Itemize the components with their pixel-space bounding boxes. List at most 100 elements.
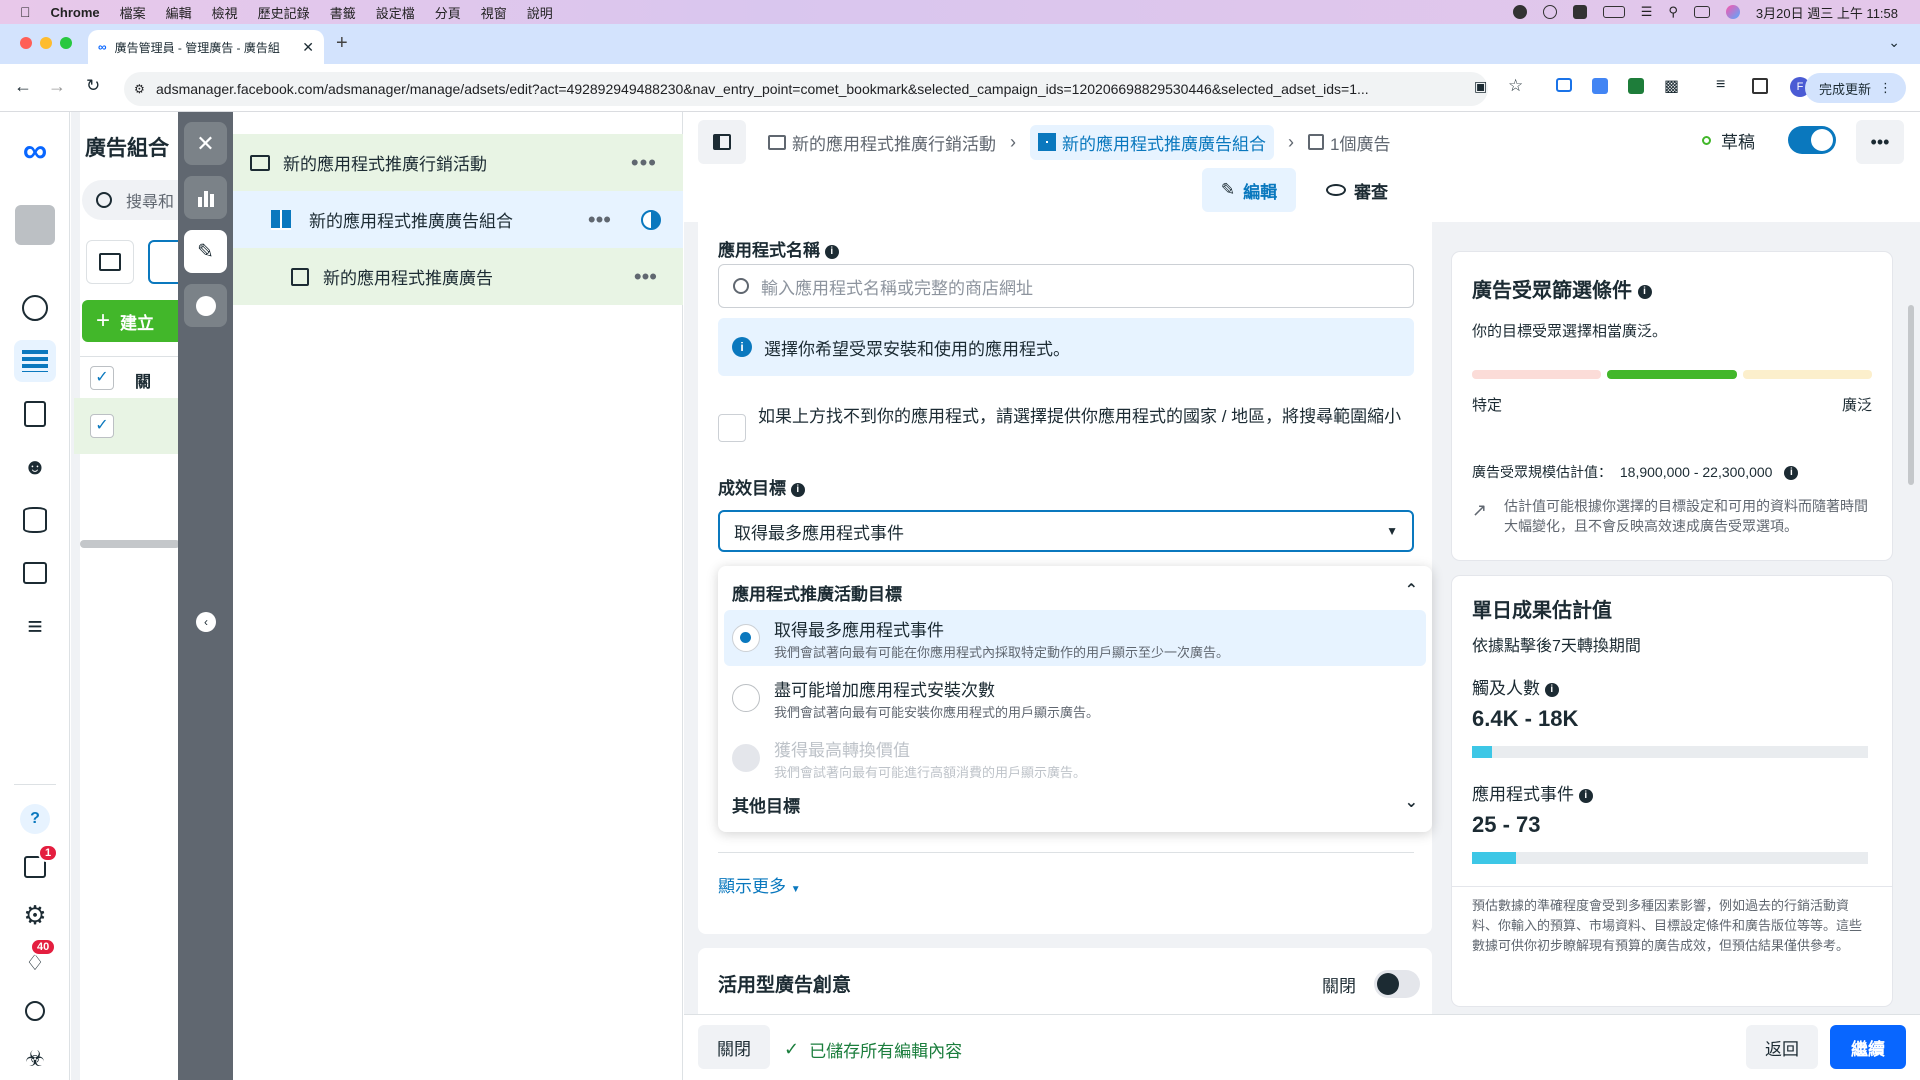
toggle-sidebar-button[interactable] (698, 120, 746, 164)
info-icon[interactable]: i (824, 244, 839, 259)
more-options-icon[interactable]: ••• (588, 207, 611, 233)
info-icon[interactable]: i (790, 482, 805, 497)
more-options-icon[interactable]: ••• (631, 150, 657, 176)
menu-icon[interactable]: ≡ (14, 605, 56, 647)
radio-unselected[interactable] (732, 684, 760, 712)
extension-icon-3[interactable] (1628, 78, 1644, 94)
minimize-window-button[interactable] (40, 37, 52, 49)
folder-tab[interactable] (86, 240, 134, 284)
history-clock-icon[interactable] (184, 284, 227, 327)
info-icon[interactable]: i (1784, 466, 1799, 481)
settings-gear-icon[interactable]: ⚙ (14, 894, 56, 936)
info-icon[interactable]: i (1578, 788, 1593, 803)
adsets-tab[interactable] (148, 240, 181, 284)
menu-tab[interactable]: 分頁 (435, 3, 461, 22)
goal-option-installs[interactable]: 盡可能增加應用程式安裝次數 我們會試著向最有可能安裝你應用程式的用戶顯示廣告。 (724, 670, 1426, 726)
menu-help[interactable]: 說明 (527, 3, 553, 22)
site-info-icon[interactable]: ⚙ (134, 82, 145, 96)
menu-app-name[interactable]: Chrome (51, 5, 100, 20)
close-window-button[interactable] (20, 37, 32, 49)
media-library-icon[interactable] (14, 552, 56, 594)
spotlight-icon[interactable]: ⚲ (1668, 4, 1678, 20)
goal-select[interactable]: 取得最多應用程式事件 ▼ (718, 510, 1414, 552)
app-search-input[interactable]: 輸入應用程式名稱或完整的商店網址 (718, 264, 1414, 308)
charts-icon[interactable] (184, 176, 227, 219)
tab-search-icon[interactable]: ⌄ (1888, 34, 1900, 51)
page-scrollbar[interactable] (1908, 305, 1914, 485)
side-panel-icon[interactable] (1752, 78, 1768, 94)
edit-pencil-icon[interactable]: ✎ (184, 230, 227, 273)
bug-report-icon[interactable]: ☣ (14, 1038, 56, 1080)
menu-window[interactable]: 視窗 (481, 3, 507, 22)
bookmark-star-icon[interactable]: ☆ (1508, 76, 1523, 96)
narrow-country-checkbox[interactable] (718, 414, 746, 442)
more-options-icon[interactable]: ••• (634, 264, 657, 290)
finish-update-button[interactable]: 完成更新 ⋮ (1804, 73, 1906, 103)
select-all-checkbox[interactable]: ✓ (90, 366, 114, 390)
line-icon[interactable] (1512, 5, 1527, 19)
tree-adset-row[interactable]: 新的應用程式推廣廣告組合 ••• (233, 191, 683, 248)
create-button[interactable]: + 建立 (82, 300, 181, 342)
adset-toggle[interactable] (1788, 126, 1836, 154)
reports-icon[interactable] (14, 393, 56, 435)
back-icon[interactable]: ← (14, 76, 32, 97)
account-avatar[interactable] (14, 204, 56, 246)
meta-logo-icon[interactable]: ∞ (14, 130, 56, 172)
radio-selected[interactable] (732, 624, 760, 652)
dashboard-icon[interactable] (14, 287, 56, 329)
install-icon[interactable]: ▣ (1474, 78, 1487, 95)
collapse-chevron-icon[interactable]: ‹ (196, 612, 216, 632)
horizontal-scrollbar[interactable] (80, 540, 180, 548)
goal-option-app-events[interactable]: 取得最多應用程式事件 我們會試著向最有可能在你應用程式內採取特定動作的用戶顯示至… (724, 610, 1426, 666)
input-method-icon[interactable] (1572, 5, 1587, 19)
tab-review[interactable]: 審查 (1310, 168, 1404, 212)
extension-icon-1[interactable] (1556, 78, 1572, 92)
info-icon[interactable]: i (1544, 682, 1559, 697)
menu-profiles[interactable]: 設定檔 (376, 3, 415, 22)
apple-icon[interactable]:  (20, 4, 31, 20)
back-button[interactable]: 返回 (1746, 1025, 1818, 1069)
wifi-icon[interactable]: ☰ (1641, 4, 1653, 20)
menu-bookmarks[interactable]: 書籤 (330, 3, 356, 22)
clock[interactable]: 3月20日 週三 上午 11:58 (1756, 3, 1898, 22)
breadcrumb-campaign[interactable]: 新的應用程式推廣行銷活動 (792, 130, 996, 155)
row-checkbox[interactable]: ✓ (90, 414, 114, 438)
play-icon[interactable] (1542, 5, 1557, 19)
zoom-window-button[interactable] (60, 37, 72, 49)
control-center-icon[interactable] (1693, 6, 1710, 18)
tree-campaign-row[interactable]: 新的應用程式推廣行銷活動 ••• (233, 134, 683, 191)
adsets-search-input[interactable]: 搜尋和 (82, 180, 181, 220)
battery-icon[interactable] (1602, 6, 1625, 18)
show-more-link[interactable]: 顯示更多 ▼ (718, 872, 801, 897)
continue-button[interactable]: 繼續 (1830, 1025, 1906, 1069)
tab-edit[interactable]: ✎ 編輯 (1202, 168, 1296, 212)
search-icon[interactable] (14, 990, 56, 1032)
forward-icon[interactable]: → (48, 76, 66, 97)
menu-view[interactable]: 檢視 (212, 3, 238, 22)
audiences-icon[interactable]: ☻ (14, 446, 56, 488)
browser-tab-active[interactable]: ∞ 廣告管理員 - 管理廣告 - 廣告組 ✕ (88, 30, 324, 64)
table-row[interactable]: ✓ (74, 398, 181, 454)
address-bar[interactable]: ⚙ adsmanager.facebook.com/adsmanager/man… (124, 72, 1488, 106)
reload-icon[interactable]: ↻ (86, 76, 100, 96)
dropdown-header[interactable]: 應用程式推廣活動目標 ⌃ (732, 580, 1418, 605)
breadcrumb-ads[interactable]: 1個廣告 (1330, 130, 1390, 155)
billing-icon[interactable] (14, 499, 56, 541)
creative-toggle[interactable] (1374, 970, 1420, 998)
tab-close-icon[interactable]: ✕ (302, 39, 314, 56)
more-actions-button[interactable]: ••• (1856, 120, 1904, 164)
close-button[interactable]: 關閉 (698, 1025, 770, 1069)
breadcrumb-adset-chip[interactable]: 新的應用程式推廣廣告組合 (1030, 124, 1274, 160)
menu-edit[interactable]: 編輯 (166, 3, 192, 22)
campaigns-table-icon[interactable] (14, 340, 56, 382)
siri-icon[interactable] (1725, 5, 1740, 19)
help-icon[interactable]: ? (14, 798, 56, 840)
info-icon[interactable]: i (1637, 284, 1652, 299)
new-tab-button[interactable]: + (336, 32, 348, 55)
extensions-puzzle-icon[interactable]: ▩ (1664, 76, 1679, 96)
menu-file[interactable]: 檔案 (120, 3, 146, 22)
reading-list-icon[interactable]: ≡ (1716, 76, 1725, 94)
menu-history[interactable]: 歷史記錄 (258, 3, 310, 22)
extension-icon-2[interactable] (1592, 78, 1608, 94)
other-goals-header[interactable]: 其他目標 ⌄ (732, 792, 1418, 817)
